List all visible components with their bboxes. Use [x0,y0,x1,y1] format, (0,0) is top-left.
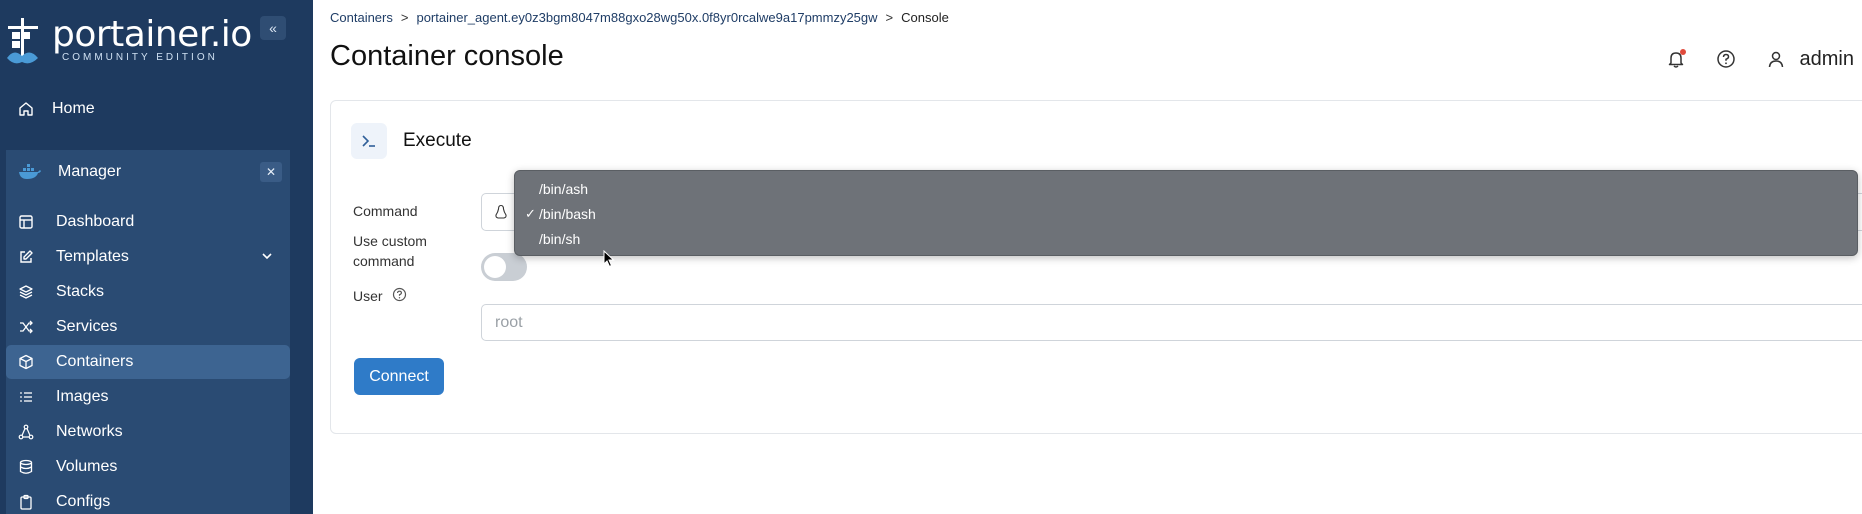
environment-header[interactable]: Manager ✕ [6,150,290,194]
command-label: Command [353,203,418,219]
sidebar-item-networks[interactable]: Networks [6,415,290,449]
sidebar-item-label: Templates [56,248,129,265]
help-button[interactable] [1716,49,1736,69]
sidebar-item-images[interactable]: Images [6,380,290,414]
option-label: /bin/bash [539,206,596,222]
sidebar-item-stacks[interactable]: Stacks [6,275,290,309]
clipboard-icon [18,494,34,510]
portainer-logo[interactable]: portainer.io COMMUNITY EDITION [4,12,252,68]
database-icon [18,459,34,475]
sidebar-item-label: Images [56,388,109,405]
help-circle-icon[interactable] [392,287,407,307]
checkmark-icon: ✓ [525,206,536,221]
dropdown-option-selected[interactable]: ✓ /bin/bash [525,206,596,222]
docker-whale-icon [18,164,42,180]
collapse-sidebar-button[interactable]: « [260,16,286,40]
panel-title: Execute [403,130,472,151]
sidebar-item-templates[interactable]: Templates [6,240,290,274]
option-label: /bin/ash [539,181,589,197]
sidebar-item-label: Home [52,100,95,117]
sidebar-item-label: Stacks [56,283,105,300]
dropdown-option[interactable]: /bin/ash [539,181,588,197]
notification-dot [1679,49,1686,55]
chevron-down-icon [260,249,274,268]
shuffle-icon [18,319,34,335]
linux-icon [494,204,508,225]
sidebar: portainer.io COMMUNITY EDITION « Home Ma… [0,0,313,514]
user-menu-button[interactable] [1766,49,1786,69]
mouse-cursor-icon [603,250,615,268]
username[interactable]: admin [1800,48,1854,71]
execute-panel: Execute Command Use custom command User … [330,100,1862,434]
terminal-icon [351,123,387,159]
edit-icon [18,249,34,265]
double-chevron-left-icon: « [269,20,277,36]
user-label: User [353,288,383,304]
sidebar-item-label: Containers [56,353,134,370]
brand-edition: COMMUNITY EDITION [62,52,218,63]
sidebar-item-services[interactable]: Services [6,310,290,344]
brand-name: portainer.io [52,14,252,55]
layers-icon [18,284,34,300]
notifications-button[interactable] [1666,49,1686,69]
sidebar-item-volumes[interactable]: Volumes [6,450,290,484]
sidebar-item-label: Services [56,318,118,335]
box-icon [18,354,34,370]
environment-panel: Manager ✕ Dashboard Templates Stacks Ser… [6,150,290,514]
sidebar-item-configs[interactable]: Configs [6,485,290,514]
dashboard-icon [18,214,34,230]
sidebar-item-label: Dashboard [56,213,135,230]
breadcrumb-container-link[interactable]: portainer_agent.ey0z3bgm8047m88gxo28wg50… [416,10,877,25]
help-icon [1716,50,1735,68]
panel-header: Execute [351,123,472,159]
page-title: Container console [330,40,564,72]
sidebar-item-label: Volumes [56,458,118,475]
option-label: /bin/sh [539,231,581,247]
network-icon [18,424,34,440]
toggle-knob [484,256,506,278]
connect-button[interactable]: Connect [354,358,444,395]
user-icon [1768,51,1783,68]
command-dropdown-menu: /bin/ash ✓ /bin/bash /bin/sh [514,170,1858,256]
sidebar-item-dashboard[interactable]: Dashboard [6,205,290,239]
sidebar-item-containers[interactable]: Containers [6,345,290,379]
main-content: Containers > portainer_agent.ey0z3bgm8047m… [313,0,1862,514]
list-icon [18,389,34,405]
portainer-logo-icon [7,18,38,64]
sidebar-item-home[interactable]: Home [0,92,313,126]
environment-name: Manager [58,163,122,180]
custom-command-label: Use custom command [353,233,427,269]
user-input[interactable] [481,304,1862,341]
close-environment-button[interactable]: ✕ [260,162,282,182]
sidebar-item-label: Networks [56,423,123,440]
home-icon [18,101,34,117]
dropdown-option[interactable]: /bin/sh [539,231,580,247]
breadcrumb-containers-link[interactable]: Containers [330,10,393,25]
sidebar-item-label: Configs [56,493,111,510]
custom-command-toggle[interactable] [481,253,527,281]
user-label-row: User [353,286,407,307]
close-icon: ✕ [265,165,277,179]
header-actions: admin [1666,44,1862,74]
breadcrumb: Containers > portainer_agent.ey0z3bgm8047m… [330,10,949,25]
breadcrumb-separator: > [400,10,409,25]
breadcrumb-separator: > [885,10,894,25]
breadcrumb-current: Console [901,10,949,25]
